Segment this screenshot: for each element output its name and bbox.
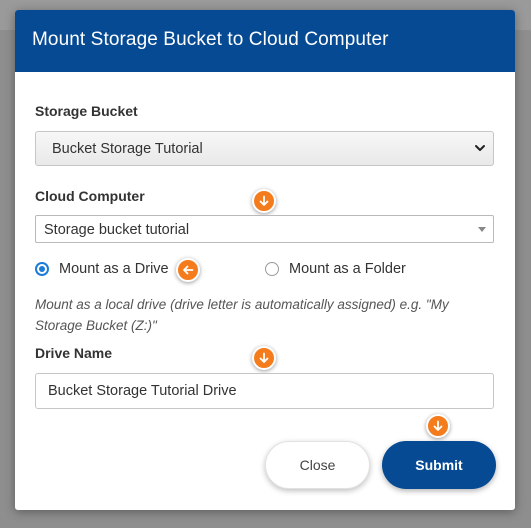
mount-folder-label[interactable]: Mount as a Folder xyxy=(289,261,406,277)
cloud-computer-select[interactable]: Storage bucket tutorial xyxy=(35,215,494,243)
arrow-down-icon xyxy=(426,414,450,438)
mount-drive-label[interactable]: Mount as a Drive xyxy=(59,261,169,277)
dialog-header: Mount Storage Bucket to Cloud Computer xyxy=(15,10,515,72)
caret-down-icon xyxy=(478,227,486,232)
mount-storage-dialog: Mount Storage Bucket to Cloud Computer S… xyxy=(15,10,515,510)
mount-folder-radio[interactable] xyxy=(265,262,279,276)
arrow-down-icon xyxy=(252,346,276,370)
mount-help-text: Mount as a local drive (drive letter is … xyxy=(35,297,449,333)
drive-name-label: Drive Name xyxy=(35,345,113,361)
cloud-computer-label: Cloud Computer xyxy=(35,188,145,204)
chevron-down-icon xyxy=(475,145,485,151)
submit-button[interactable]: Submit xyxy=(382,441,496,489)
close-button[interactable]: Close xyxy=(265,441,370,489)
dialog-title: Mount Storage Bucket to Cloud Computer xyxy=(32,29,389,50)
storage-bucket-label: Storage Bucket xyxy=(35,103,138,119)
storage-bucket-value: Bucket Storage Tutorial xyxy=(52,141,203,157)
cloud-computer-value: Storage bucket tutorial xyxy=(44,222,190,238)
storage-bucket-select[interactable]: Bucket Storage Tutorial xyxy=(35,131,494,166)
drive-name-input[interactable] xyxy=(35,373,494,409)
arrow-left-icon xyxy=(176,258,200,282)
arrow-down-icon xyxy=(252,189,276,213)
mount-drive-radio[interactable] xyxy=(35,262,49,276)
